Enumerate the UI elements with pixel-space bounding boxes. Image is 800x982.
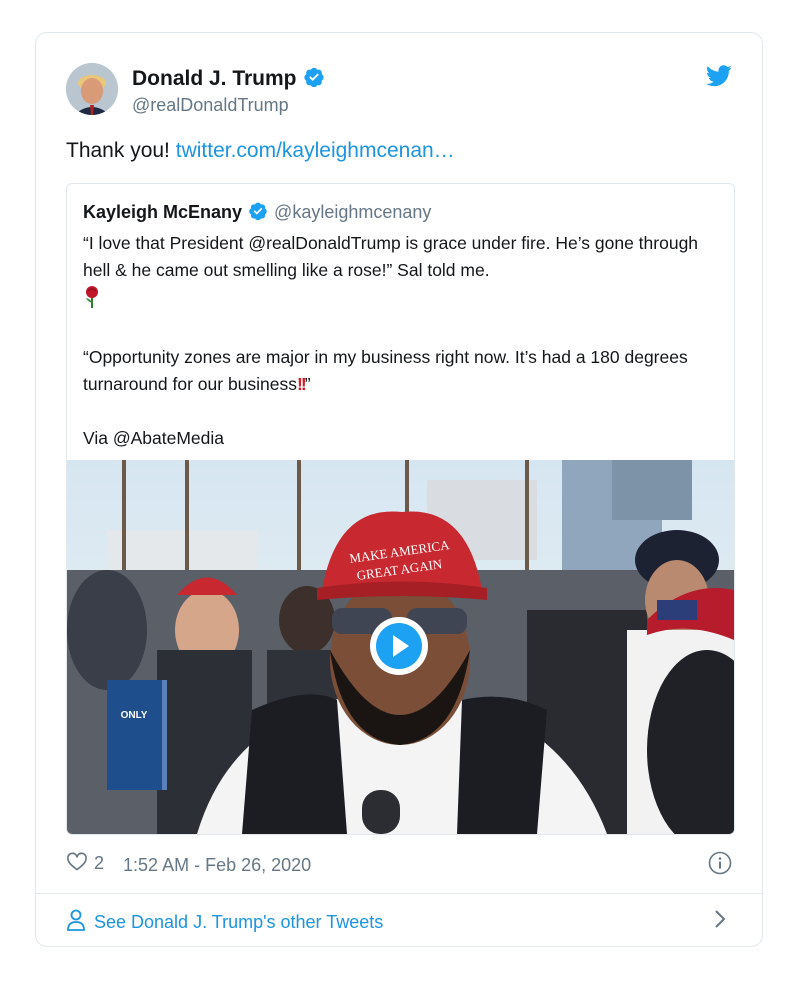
author-handle[interactable]: @realDonaldTrump: [132, 95, 289, 116]
see-other-tweets-label: See Donald J. Trump's other Tweets: [94, 912, 384, 932]
timestamp-link[interactable]: 1:52 AM - Feb 26, 2020: [123, 855, 311, 875]
quoted-author-name[interactable]: Kayleigh McEnany: [83, 202, 242, 222]
verified-badge-icon: [303, 66, 325, 94]
tweet-link[interactable]: twitter.com/kayleighmcenan…: [176, 139, 455, 162]
quoted-paragraph: “Opportunity zones are major in my busin…: [83, 347, 688, 394]
like-button[interactable]: 2: [66, 851, 104, 876]
like-count: 2: [94, 853, 105, 873]
quoted-header: Kayleigh McEnany @kayleighmcenany: [83, 201, 431, 226]
chevron-right-icon[interactable]: [714, 909, 726, 934]
embedded-tweet-card: Donald J. Trump @realDonaldTrump Thank y…: [35, 32, 763, 947]
quoted-author-handle[interactable]: @kayleighmcenany: [274, 202, 431, 222]
sign-text: ONLY: [121, 710, 148, 721]
heart-icon: [66, 851, 88, 876]
tweet-meta: 2 1:52 AM - Feb 26, 2020: [66, 851, 311, 876]
rose-emoji-icon: [83, 285, 101, 317]
info-icon[interactable]: [708, 851, 732, 880]
twitter-bird-icon[interactable]: [706, 65, 732, 92]
divider: [36, 893, 762, 894]
author-name[interactable]: Donald J. Trump: [132, 66, 325, 94]
verified-badge-icon: [248, 201, 268, 226]
video-thumbnail[interactable]: MAKE AMERICA GREAT AGAIN ONLY: [67, 460, 734, 834]
quoted-paragraph: “I love that President @realDonaldTrump …: [83, 233, 699, 280]
see-other-tweets-link[interactable]: See Donald J. Trump's other Tweets: [66, 909, 383, 936]
play-icon: [376, 623, 422, 669]
quoted-via: Via @AbateMedia: [83, 428, 224, 448]
quoted-tweet[interactable]: Kayleigh McEnany @kayleighmcenany “I love…: [66, 183, 735, 835]
person-icon: [66, 909, 86, 936]
author-avatar[interactable]: [66, 63, 118, 115]
quoted-text: “I love that President @realDonaldTrump …: [83, 230, 713, 452]
play-button[interactable]: [370, 617, 428, 675]
tweet-text: Thank you! twitter.com/kayleighmcenan…: [66, 139, 455, 162]
double-exclamation-icon: !!: [297, 374, 307, 394]
